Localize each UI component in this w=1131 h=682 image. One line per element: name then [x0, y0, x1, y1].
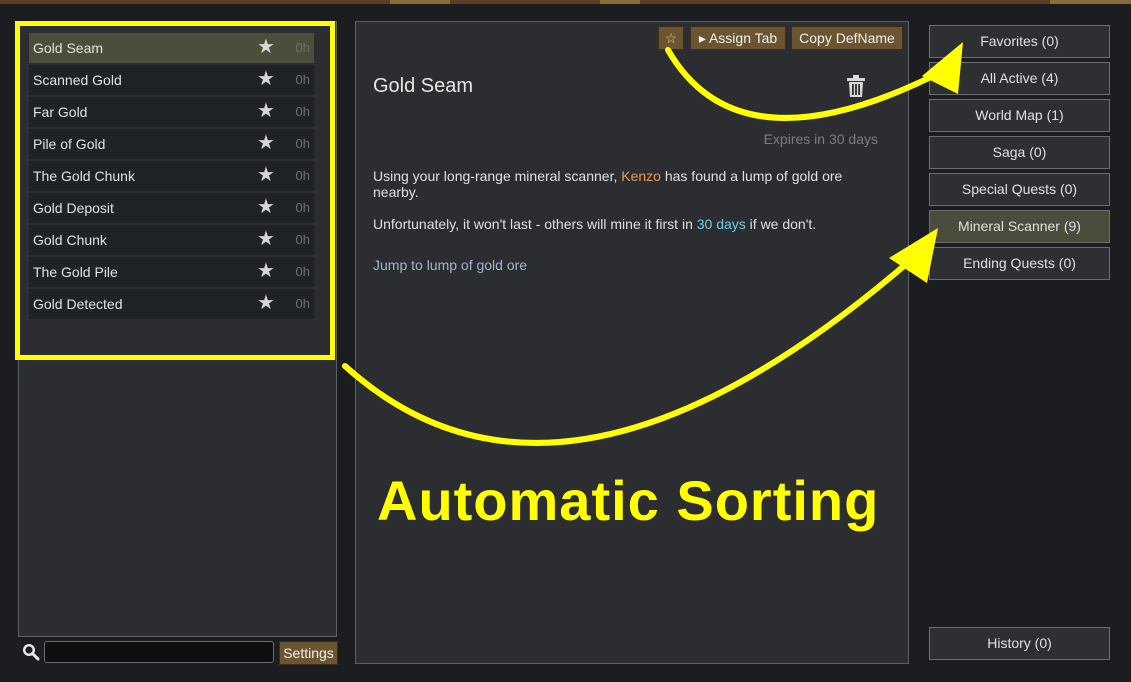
- tab-all-active[interactable]: All Active (4): [929, 62, 1110, 95]
- description-paragraph: Unfortunately, it won't last - others wi…: [373, 216, 873, 232]
- top-background-strip: [0, 0, 1131, 4]
- trash-icon[interactable]: [846, 74, 866, 98]
- favorite-star-button[interactable]: ☆: [658, 26, 684, 50]
- quest-detail-panel: ☆ ▸ Assign Tab Copy DefName Gold Seam Ex…: [355, 21, 909, 664]
- annotation-caption: Automatic Sorting: [377, 469, 880, 532]
- search-input[interactable]: [44, 641, 274, 663]
- days-highlight: 30 days: [696, 216, 746, 232]
- copy-defname-button[interactable]: Copy DefName: [791, 26, 903, 50]
- tab-special-quests[interactable]: Special Quests (0): [929, 173, 1110, 206]
- assign-tab-button[interactable]: ▸ Assign Tab: [690, 26, 786, 50]
- quest-title: Gold Seam: [373, 75, 474, 97]
- pawn-name: Kenzo: [621, 168, 661, 184]
- annotation-highlight-box: [15, 21, 335, 360]
- description-text: if we don't.: [745, 216, 817, 232]
- tab-favorites[interactable]: Favorites (0): [929, 25, 1110, 58]
- description-text: Unfortunately, it won't last - others wi…: [373, 216, 697, 232]
- tab-mineral-scanner[interactable]: Mineral Scanner (9): [929, 210, 1110, 243]
- jump-to-target-link[interactable]: Jump to lump of gold ore: [373, 257, 527, 273]
- tab-world-map[interactable]: World Map (1): [929, 99, 1110, 132]
- tab-saga[interactable]: Saga (0): [929, 136, 1110, 169]
- description-paragraph: Using your long-range mineral scanner, K…: [373, 168, 873, 200]
- tab-history[interactable]: History (0): [929, 627, 1110, 660]
- expiry-label: Expires in 30 days: [763, 131, 878, 147]
- description-text: Using your long-range mineral scanner,: [373, 168, 622, 184]
- settings-button[interactable]: Settings: [279, 641, 338, 665]
- search-icon: [22, 643, 40, 661]
- quest-description: Using your long-range mineral scanner, K…: [373, 168, 873, 248]
- tab-ending-quests[interactable]: Ending Quests (0): [929, 247, 1110, 280]
